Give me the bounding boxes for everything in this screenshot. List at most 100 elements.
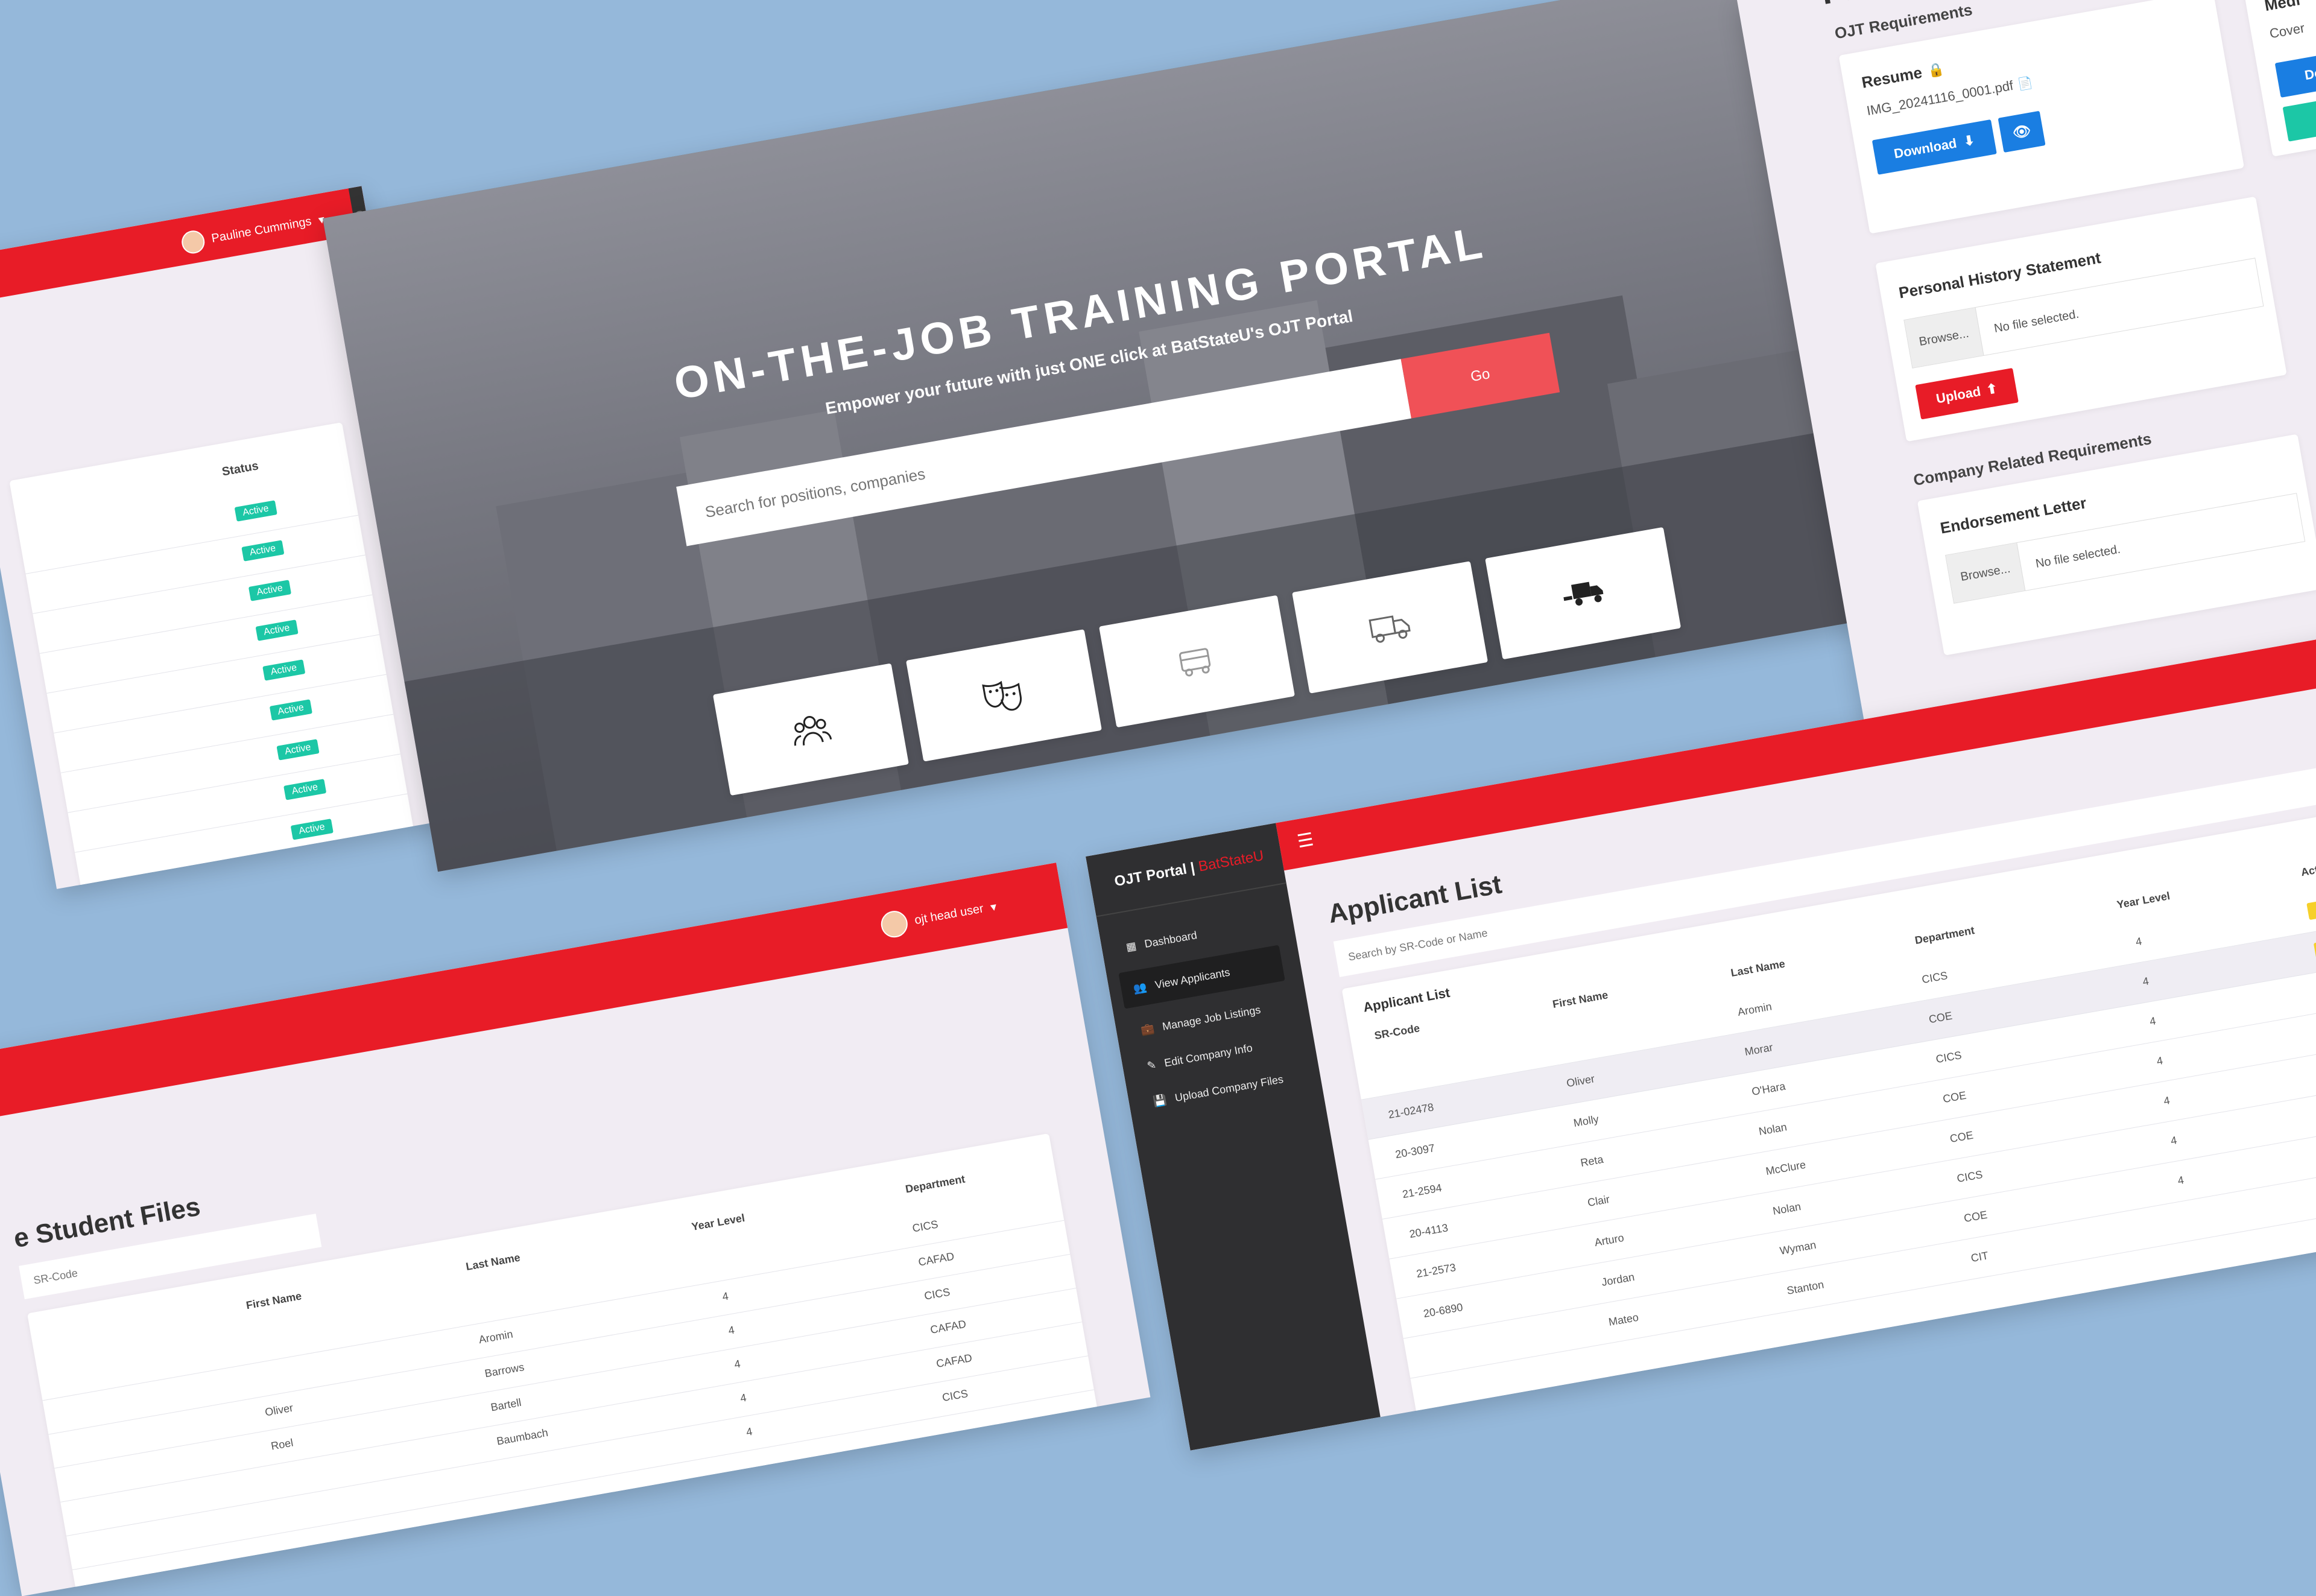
endorsement-label: Endorsement Letter (1938, 493, 2088, 537)
cell-first: Oliver (264, 1401, 294, 1419)
user-menu[interactable]: ojt head user ▾ (879, 893, 999, 940)
cell-last: Wyman (1779, 1238, 1817, 1257)
view-button[interactable]: 👁 (1998, 110, 2046, 153)
people-icon (794, 715, 832, 746)
lock-icon: 🔒 (1926, 60, 1946, 79)
medical-card: Medi Cover Do (2241, 0, 2316, 157)
cell-first: Jordan (1600, 1270, 1636, 1288)
no-file-text: No file selected. (2034, 542, 2122, 571)
cell-dept: COE (1941, 1089, 1967, 1106)
action-button[interactable] (2306, 896, 2316, 920)
user-menu[interactable]: Pauline Cummings ▾ (180, 207, 326, 256)
col-header-last: Last Name (1730, 957, 1786, 980)
cell-first: Mateo (1607, 1311, 1640, 1328)
cell-year: 4 (745, 1425, 753, 1439)
cell-year: 4 (2169, 1134, 2178, 1147)
student-files-panel: ojt head user ▾ e Student Files First Na… (0, 863, 1151, 1596)
cell-last: Aromin (478, 1328, 514, 1346)
dashboard-icon: ▦ (1125, 939, 1137, 954)
cell-year: 4 (2148, 1015, 2157, 1028)
sidebar-item-edit-company[interactable]: ✎ Edit Company Info (1146, 1042, 1253, 1072)
brand-left: OJT Portal | (1113, 860, 1197, 890)
briefcase-icon: 💼 (1139, 1022, 1156, 1037)
cell-year: 4 (2156, 1054, 2164, 1068)
col-header-year: Year Level (2116, 889, 2171, 911)
resume-label: Resume (1860, 63, 1924, 92)
requirements-panel: Pre-Ojt Requ OJT Requirements Resume 🔒 I… (1737, 0, 2316, 743)
sidebar-item-upload-files[interactable]: 💾 Upload Company Files (1153, 1073, 1285, 1109)
cell-year: 4 (2177, 1174, 2185, 1187)
medical-download-button[interactable]: Do (2274, 50, 2316, 98)
cell-last: Baumbach (495, 1426, 549, 1448)
hamburger-icon[interactable]: ☰ (1296, 829, 1315, 852)
col-header-dept: Department (1914, 924, 1976, 947)
bus-icon (1179, 648, 1211, 677)
col-header-first: First Name (245, 1290, 303, 1312)
theater-masks-icon (982, 680, 1022, 711)
cell-first: Molly (1572, 1113, 1600, 1130)
medical-view-button[interactable] (2282, 94, 2316, 142)
cell-dept: CICS (1955, 1168, 1984, 1185)
cell-sr: 21-2573 (1415, 1261, 1457, 1281)
col-header-first: First Name (1551, 989, 1609, 1011)
col-header-last: Last Name (464, 1251, 522, 1273)
cell-dept: CICS (1920, 969, 1949, 986)
cell-dept: CICS (911, 1218, 939, 1235)
cell-last: Bartell (490, 1396, 522, 1414)
status-badge: Active (248, 580, 291, 601)
student-files-header: ojt head user ▾ (0, 863, 1068, 1127)
avatar (879, 908, 910, 940)
cell-dept: COE (1928, 1009, 1954, 1026)
truck-icon (1368, 615, 1411, 643)
status-badge: Active (283, 779, 326, 800)
users-icon: 👥 (1132, 980, 1148, 995)
col-header-year: Year Level (691, 1211, 746, 1233)
upload-button[interactable]: Upload ⬆ (1915, 367, 2019, 420)
browse-button[interactable]: Browse... (1904, 307, 1984, 368)
file-icon: 📄 (2016, 75, 2034, 92)
cell-dept: CAFAD (935, 1351, 973, 1370)
cell-dept: CICS (941, 1387, 969, 1404)
col-header-sr: SR-Code (1373, 1022, 1421, 1042)
cell-last: O'Hara (1750, 1080, 1786, 1098)
cell-year: 4 (2141, 975, 2150, 988)
sidebar-item-view-applicants[interactable]: 👥 View Applicants (1118, 945, 1285, 1009)
cell-last: Stanton (1785, 1278, 1825, 1297)
cell-first: Oliver (1565, 1072, 1596, 1090)
cell-last: Nolan (1758, 1121, 1788, 1138)
cell-sr: 20-3097 (1394, 1141, 1436, 1161)
cell-dept: CICS (1935, 1048, 1963, 1066)
sidebar-item-manage-jobs[interactable]: 💼 Manage Job Listings (1140, 1004, 1262, 1037)
action-button[interactable] (2313, 936, 2316, 960)
cell-year: 4 (727, 1323, 736, 1337)
cell-dept: COE (1963, 1208, 1989, 1225)
user-name: Pauline Cummings (210, 214, 313, 245)
cell-last: McClure (1765, 1158, 1807, 1177)
applicants-panel: OJT Portal | BatStateU ▦ Dashboard 👥 View … (1086, 625, 2316, 1451)
status-header: Status (221, 459, 260, 479)
cell-year: 4 (739, 1391, 748, 1405)
upload-icon: ⬆ (1985, 380, 1999, 397)
cell-year: 4 (733, 1357, 742, 1371)
cell-last: Morar (1744, 1041, 1774, 1058)
cell-last: Nolan (1771, 1200, 1802, 1217)
no-file-text: No file selected. (1993, 307, 2080, 335)
cell-year: 4 (2134, 935, 2143, 948)
cell-year: 4 (721, 1290, 730, 1303)
cell-dept: CICS (923, 1285, 951, 1302)
browse-button[interactable]: Browse... (1946, 542, 2026, 603)
cell-year: 4 (2162, 1094, 2171, 1107)
cell-sr: 21-02478 (1387, 1101, 1435, 1121)
sidebar-item-dashboard[interactable]: ▦ Dashboard (1125, 929, 1198, 954)
download-button[interactable]: Download ⬇ (1871, 119, 1997, 175)
hero-panel: ON-THE-JOB TRAINING PORTAL Empower your … (323, 0, 1876, 872)
chevron-down-icon: ▾ (989, 900, 998, 914)
table-title: Applicant List (1362, 984, 1451, 1015)
cell-dept: COE (1949, 1129, 1975, 1145)
eye-icon: 👁 (2011, 122, 2033, 142)
cell-dept: CAFAD (929, 1317, 967, 1336)
status-badge: Active (234, 500, 277, 522)
avatar (180, 229, 207, 256)
brand-right: BatStateU (1197, 847, 1265, 875)
user-name: ojt head user (913, 901, 985, 927)
